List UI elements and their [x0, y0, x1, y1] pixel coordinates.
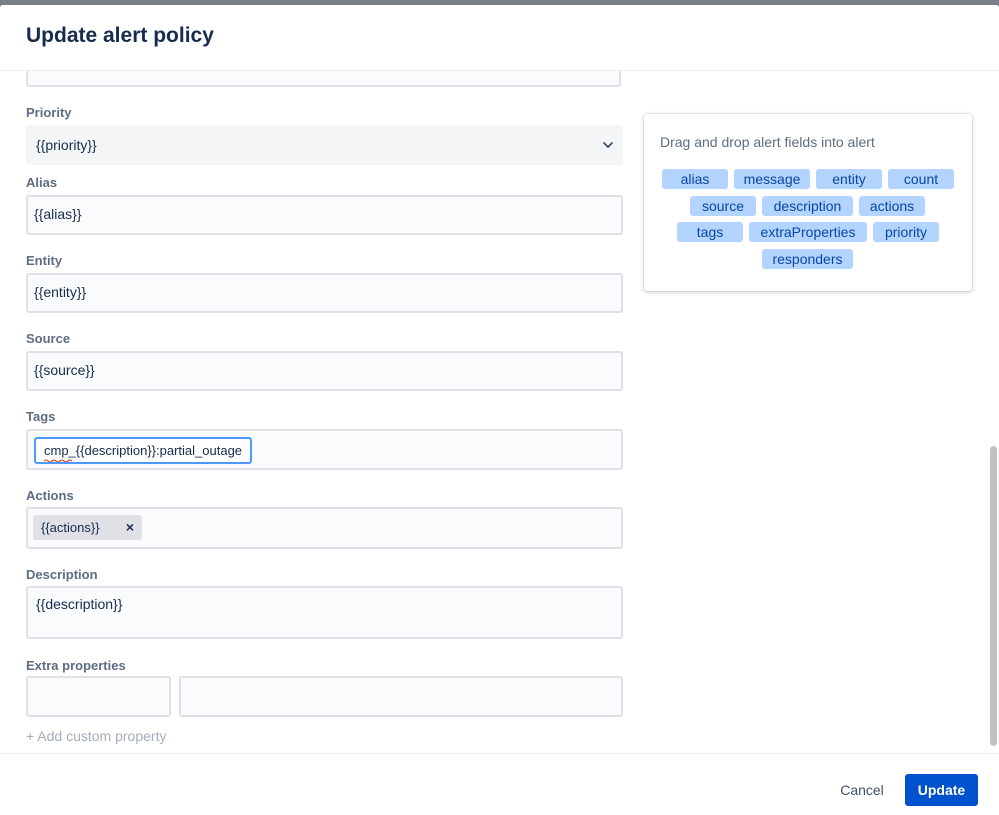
previous-field-input[interactable] [26, 71, 621, 87]
field-pill-message[interactable]: message [734, 169, 810, 189]
field-pill-description[interactable]: description [762, 196, 853, 216]
extra-properties-label: Extra properties [26, 658, 126, 673]
entity-input[interactable]: {{entity}} [26, 273, 623, 313]
tags-label: Tags [26, 409, 56, 424]
source-label: Source [26, 331, 71, 346]
field-pill-source[interactable]: source [690, 196, 756, 216]
update-button[interactable]: Update [905, 774, 978, 806]
actions-input[interactable]: {{actions}} × [26, 507, 623, 549]
dialog-scrollbar[interactable] [988, 71, 998, 753]
description-textarea[interactable]: {{description}} [26, 586, 623, 639]
field-pill-responders[interactable]: responders [762, 249, 853, 269]
extra-property-key-input[interactable] [26, 676, 171, 717]
cancel-button[interactable]: Cancel [828, 774, 896, 806]
entity-label: Entity [26, 253, 63, 268]
dialog-title: Update alert policy [26, 24, 214, 47]
field-pill-actions[interactable]: actions [859, 196, 925, 216]
dialog-footer: Cancel Update [0, 753, 999, 815]
update-alert-policy-dialog: Update alert policy Priority {{priority}… [0, 5, 999, 815]
priority-value: {{priority}} [36, 137, 97, 153]
chevron-down-icon [603, 142, 613, 149]
tag-editing-field[interactable]: cmp_{{description}}:partial_outage [34, 437, 253, 464]
field-pill-extraproperties[interactable]: extraProperties [749, 222, 867, 242]
tags-input[interactable]: cmp_{{description}}:partial_outage [26, 429, 623, 470]
tag-text: cmp_{{description}}:partial_outage [44, 443, 243, 458]
extra-property-value-input[interactable] [179, 676, 623, 717]
close-icon[interactable]: × [126, 515, 134, 540]
dialog-body[interactable]: Priority {{priority}} Alias {{alias}} En… [0, 71, 999, 753]
field-pill-priority[interactable]: priority [873, 222, 939, 242]
field-pill-alias[interactable]: alias [662, 169, 728, 189]
alias-input[interactable]: {{alias}} [26, 195, 623, 235]
priority-select[interactable]: {{priority}} [26, 125, 623, 165]
action-lozenge: {{actions}} × [33, 515, 142, 540]
priority-label: Priority [26, 105, 72, 120]
alert-fields-panel-title: Drag and drop alert fields into alert [660, 134, 875, 150]
alert-fields-panel: Drag and drop alert fields into alert al… [644, 114, 972, 291]
field-pill-tags[interactable]: tags [677, 222, 743, 242]
dialog-header: Update alert policy [0, 5, 999, 71]
add-custom-property-link[interactable]: + Add custom property [26, 728, 166, 744]
field-pill-entity[interactable]: entity [816, 169, 882, 189]
alias-label: Alias [26, 175, 58, 190]
actions-label: Actions [26, 488, 74, 503]
action-lozenge-label: {{actions}} [41, 520, 100, 535]
description-label: Description [26, 567, 98, 582]
scrollbar-thumb[interactable] [990, 446, 997, 746]
field-pill-count[interactable]: count [888, 169, 954, 189]
source-input[interactable]: {{source}} [26, 351, 623, 391]
spellcheck-underline [44, 459, 72, 462]
